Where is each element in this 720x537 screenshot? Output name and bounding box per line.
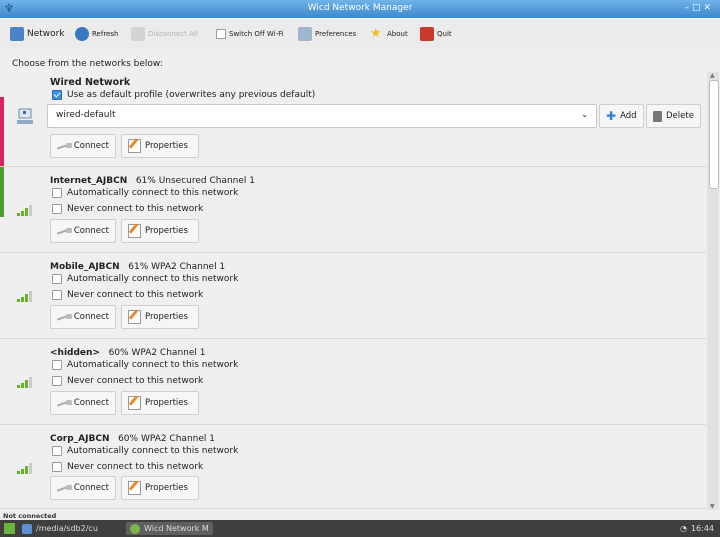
properties-icon [128,139,141,153]
maximize-icon[interactable]: □ [692,3,704,13]
wired-connect-button[interactable]: Connect [50,134,116,158]
properties-button[interactable]: Properties [121,476,199,500]
window-controls[interactable]: –□✕ [684,3,714,13]
network-title: <hidden> 60% WPA2 Channel 1 [50,348,206,358]
default-profile-option[interactable]: Use as default profile (overwrites any p… [52,90,315,100]
connection-status: Not connected [3,512,57,520]
network-title: Internet_AJBCN 61% Unsecured Channel 1 [50,176,256,186]
signal-strength-icon [17,290,37,302]
refresh-button[interactable]: Refresh [75,26,118,42]
wifi-checkbox[interactable] [216,29,226,39]
never-connect-checkbox[interactable] [52,376,62,386]
connect-button[interactable]: Connect [50,305,116,329]
signal-strength-icon [17,376,37,388]
folder-icon [22,523,32,534]
properties-icon [128,310,141,324]
minimize-icon[interactable]: – [684,3,692,13]
scroll-up-icon[interactable]: ▲ [710,72,715,79]
auto-connect-checkbox[interactable] [52,446,62,456]
chevron-down-icon: ⌄ [581,110,588,119]
taskbar-item-wicd[interactable]: Wicd Network M [126,522,213,535]
never-connect-checkbox[interactable] [52,462,62,472]
choose-network-label: Choose from the networks below: [12,59,163,69]
properties-icon [128,224,141,238]
wired-properties-button[interactable]: Properties [121,134,199,158]
start-menu-button[interactable] [4,522,15,535]
wired-computer-icon [17,108,33,124]
scroll-down-icon[interactable]: ▼ [710,503,715,510]
connect-button[interactable]: Connect [50,391,116,415]
default-profile-checkbox[interactable] [52,90,62,100]
never-connect-checkbox[interactable] [52,204,62,214]
status-bar: Not connected [0,512,720,520]
properties-icon [128,481,141,495]
auto-connect-checkbox[interactable] [52,188,62,198]
network-title: Corp_AJBCN 60% WPA2 Channel 1 [50,434,215,444]
refresh-icon [75,27,89,41]
vertical-scrollbar[interactable]: ▲ ▼ [707,72,719,510]
auto-connect-checkbox[interactable] [52,360,62,370]
auto-connect-option[interactable]: Automatically connect to this network [52,274,238,284]
quit-button[interactable]: Quit [420,26,452,42]
toolbar: Network Refresh Disconnect All Switch Of… [0,20,720,48]
connect-button[interactable]: Connect [50,219,116,243]
section-divider [0,338,706,339]
scrollbar-thumb[interactable] [709,80,719,189]
wired-profile-value: wired-default [56,110,116,120]
section-divider [0,166,706,167]
add-profile-button[interactable]: ✚ Add [599,104,644,128]
auto-connect-checkbox[interactable] [52,274,62,284]
network-title: Mobile_AJBCN 61% WPA2 Channel 1 [50,262,226,272]
network-icon [10,27,24,41]
preferences-button[interactable]: Preferences [298,26,356,42]
properties-button[interactable]: Properties [121,305,199,329]
disconnect-all-button[interactable]: Disconnect All [131,26,198,42]
section-divider [0,508,706,509]
quit-icon [420,27,434,41]
network-list: Wired Network Use as default profile (ov… [0,72,706,510]
never-connect-option[interactable]: Never connect to this network [52,376,203,386]
switch-off-wifi-toggle[interactable]: Switch Off Wi-Fi [216,26,284,42]
wired-network-title: Wired Network [50,77,131,88]
taskbar: /media/sdb2/cu Wicd Network M ◔ 16:44 [0,520,720,537]
auto-connect-option[interactable]: Automatically connect to this network [52,446,238,456]
plug-icon [57,313,72,321]
never-connect-option[interactable]: Never connect to this network [52,462,203,472]
clock-icon: ◔ [679,524,687,533]
window-title: Wicd Network Manager [307,3,413,13]
never-connect-option[interactable]: Never connect to this network [52,290,203,300]
preferences-icon [298,27,312,41]
connect-button[interactable]: Connect [50,476,116,500]
properties-button[interactable]: Properties [121,219,199,243]
title-bar: ♆ Wicd Network Manager –□✕ [0,0,720,18]
never-connect-option[interactable]: Never connect to this network [52,204,203,214]
never-connect-checkbox[interactable] [52,290,62,300]
about-button[interactable]: ★ About [370,26,408,42]
auto-connect-option[interactable]: Automatically connect to this network [52,360,238,370]
signal-strength-icon [17,462,37,474]
network-menu-button[interactable]: Network [10,26,65,42]
plus-icon: ✚ [606,109,617,123]
section-divider [0,424,706,425]
wicd-icon [130,523,140,534]
delete-profile-button[interactable]: Delete [646,104,701,128]
auto-connect-option[interactable]: Automatically connect to this network [52,188,238,198]
taskbar-item-file-manager[interactable]: /media/sdb2/cu [22,522,98,535]
taskbar-clock: ◔ 16:44 [679,524,714,533]
trash-icon [653,110,662,122]
properties-icon [128,396,141,410]
plug-icon [57,399,72,407]
plug-icon [57,142,72,150]
properties-button[interactable]: Properties [121,391,199,415]
disconnect-icon [131,27,145,41]
plug-icon [57,227,72,235]
close-icon[interactable]: ✕ [703,3,714,13]
wired-profile-dropdown[interactable]: wired-default ⌄ [47,104,597,128]
signal-strength-icon [17,204,37,216]
apps-menu-icon [4,523,15,534]
plug-icon [57,484,72,492]
star-icon: ★ [370,26,382,41]
section-divider [0,252,706,253]
